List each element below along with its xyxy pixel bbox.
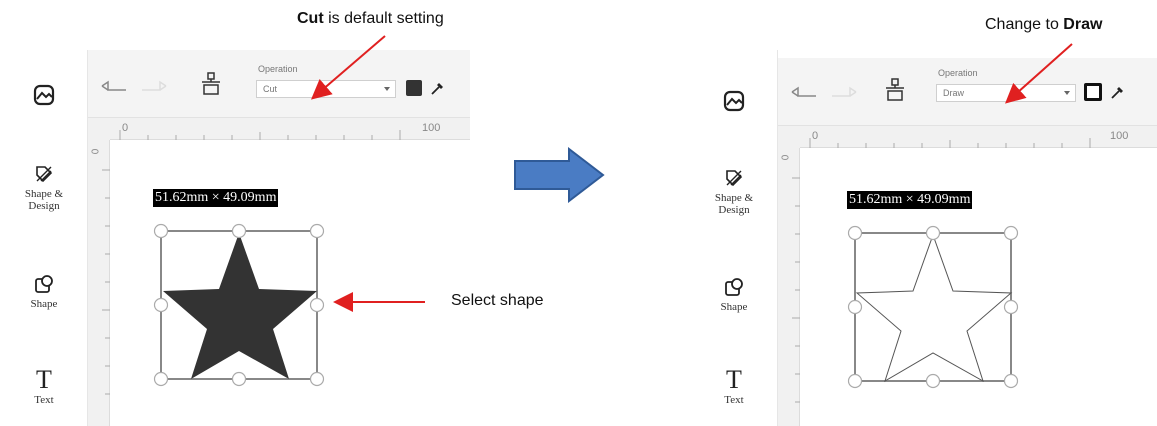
draw-pointer-arrow: [1005, 43, 1073, 104]
select-shape-annotation: Select shape: [451, 292, 544, 309]
annotation-arrows: [310, 35, 1073, 312]
cut-pointer-arrow: [310, 35, 386, 100]
